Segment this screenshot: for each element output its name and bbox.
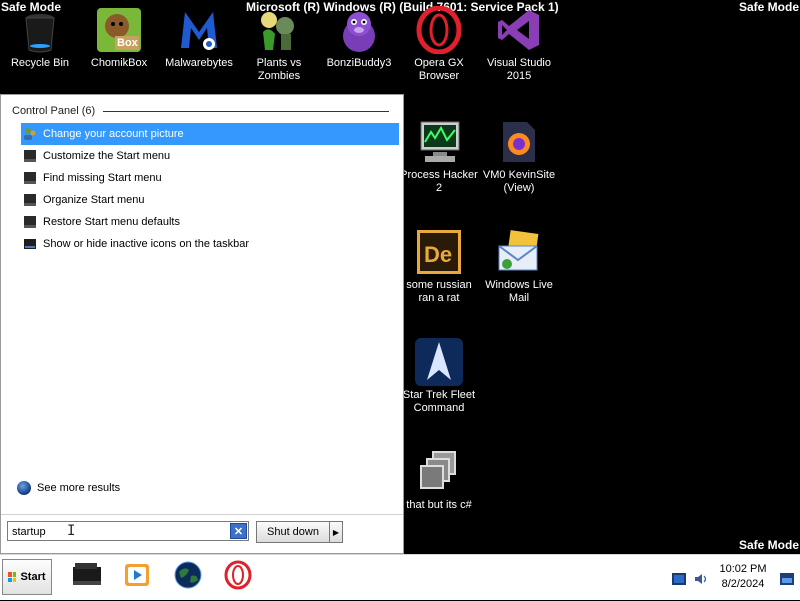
volume-icon[interactable] <box>694 572 708 584</box>
see-more-label: See more results <box>37 482 121 494</box>
action-center-icon[interactable] <box>672 572 686 585</box>
media-player-icon <box>122 561 152 594</box>
taskbar-start-menu-icon <box>23 193 37 207</box>
result-customize-start-menu[interactable]: Customize the Start menu <box>21 145 399 167</box>
safe-mode-label-top-right: Safe Mode <box>738 0 799 14</box>
taskbar-start-menu-icon <box>23 171 37 185</box>
clock-time: 10:02 PM <box>719 563 767 575</box>
taskbar: Start 10:02 PM 8/2/2024 <box>0 554 800 600</box>
taskbar-file-explorer[interactable] <box>70 559 104 595</box>
desktop-icon-label: Process Hacker 2 <box>400 169 478 194</box>
desktop-icon-label: Malwarebytes <box>165 57 233 69</box>
user-accounts-icon <box>23 127 37 141</box>
desktop-icon-that-but-its-csharp[interactable]: that but its c# <box>399 448 479 512</box>
desktop-icon-label: that but its c# <box>406 499 472 511</box>
desktop-icon-opera-gx[interactable]: Opera GX Browser <box>399 5 479 83</box>
chomikbox-badge: Box <box>117 37 138 49</box>
system-clock[interactable]: 10:02 PM 8/2/2024 <box>716 562 770 592</box>
desktop-icon-label: Recycle Bin <box>10 57 70 69</box>
windows-logo-icon <box>8 572 17 582</box>
start-menu-bottom-bar: ✕ I Shut down ▶ <box>1 514 403 553</box>
desktop-icon-chomikbox[interactable]: Box ChomikBox <box>79 6 159 70</box>
chomikbox-icon: Box <box>95 6 143 54</box>
desktop-icon-label: BonziBuddy3 <box>326 57 392 69</box>
star-trek-icon <box>415 338 463 386</box>
show-desktop-icon[interactable] <box>780 572 794 585</box>
safe-mode-label-bottom-right: Safe Mode <box>738 538 799 552</box>
opera-gx-icon <box>415 5 463 55</box>
result-show-hide-inactive-icons[interactable]: Show or hide inactive icons on the taskb… <box>21 233 399 255</box>
clear-icon: ✕ <box>233 525 244 538</box>
search-globe-icon <box>17 481 31 495</box>
recycle-bin-icon <box>16 6 64 54</box>
file-explorer-icon <box>71 561 103 594</box>
group-header-label: Control Panel (6) <box>12 105 96 117</box>
result-label: Find missing Start menu <box>43 172 162 184</box>
taskbar-opera[interactable] <box>221 559 255 595</box>
desktop-icon-label: Windows Live Mail <box>485 279 553 304</box>
shut-down-options-button[interactable]: ▶ <box>329 521 343 543</box>
see-more-results-link[interactable]: See more results <box>17 481 120 495</box>
notification-area: 10:02 PM 8/2/2024 <box>660 555 800 601</box>
search-results-pane: Control Panel (6) Change your account pi… <box>7 95 399 515</box>
group-header-divider <box>103 110 389 112</box>
desktop-icon-recycle-bin[interactable]: Recycle Bin <box>0 6 80 70</box>
clear-search-button[interactable]: ✕ <box>230 523 247 539</box>
windows-live-mail-icon <box>495 228 543 276</box>
start-search-box[interactable]: ✕ <box>7 521 249 541</box>
desktop-icon-malwarebytes[interactable]: Malwarebytes <box>159 6 239 70</box>
start-button[interactable]: Start <box>2 559 52 595</box>
taskbar-start-menu-icon <box>23 149 37 163</box>
taskbar-media-player[interactable] <box>120 559 154 595</box>
desktop-icon-star-trek[interactable]: Star Trek Fleet Command <box>399 338 479 415</box>
result-restore-start-menu-defaults[interactable]: Restore Start menu defaults <box>21 211 399 233</box>
desktop-icon-label: Star Trek Fleet Command <box>402 389 476 414</box>
desktop-icon-label: VM0 KevinSite (View) <box>482 169 556 194</box>
svg-text:De: De <box>424 242 452 267</box>
result-label: Restore Start menu defaults <box>43 216 180 228</box>
start-search-input[interactable] <box>8 523 226 541</box>
process-hacker-icon <box>415 118 463 166</box>
start-label: Start <box>20 571 46 583</box>
result-organize-start-menu[interactable]: Organize Start menu <box>21 189 399 211</box>
firefox-file-icon <box>495 118 543 166</box>
visual-studio-icon <box>495 6 543 54</box>
opera-icon <box>223 560 253 595</box>
desktop-icon-plants-vs-zombies[interactable]: Plants vs Zombies <box>239 6 319 83</box>
result-label: Show or hide inactive icons on the taskb… <box>43 238 250 250</box>
result-label: Customize the Start menu <box>43 150 171 162</box>
desktop-icon-windows-live-mail[interactable]: Windows Live Mail <box>479 228 559 305</box>
desktop-icon-visual-studio[interactable]: Visual Studio 2015 <box>479 6 559 83</box>
earth-globe-icon <box>173 560 203 595</box>
desktop-icon-bonzibuddy[interactable]: BonziBuddy3 <box>319 6 399 70</box>
notification-area-icon <box>23 237 37 251</box>
result-change-account-picture[interactable]: Change your account picture <box>21 123 399 145</box>
chevron-right-icon: ▶ <box>332 527 340 537</box>
results-list: Change your account picture Customize th… <box>21 123 399 255</box>
desktop-icon-vm0-kevinsite[interactable]: VM0 KevinSite (View) <box>479 118 559 195</box>
desktop-icon-label: Opera GX Browser <box>414 57 464 82</box>
text-cursor-icon: I <box>67 523 76 539</box>
dreamweaver-icon: De <box>415 228 463 276</box>
plants-vs-zombies-icon <box>255 6 303 54</box>
shut-down-button[interactable]: Shut down <box>256 521 330 543</box>
copy-files-icon <box>415 448 463 496</box>
result-label: Change your account picture <box>43 128 184 140</box>
desktop-icon-label: Plants vs Zombies <box>256 57 302 82</box>
results-group-header: Control Panel (6) <box>12 105 389 117</box>
start-menu: Control Panel (6) Change your account pi… <box>0 94 404 554</box>
clock-date: 8/2/2024 <box>721 578 765 590</box>
result-find-missing-start-menu[interactable]: Find missing Start menu <box>21 167 399 189</box>
taskbar-start-menu-icon <box>23 215 37 229</box>
desktop-icon-label: ChomikBox <box>90 57 148 69</box>
malwarebytes-icon <box>175 6 223 54</box>
desktop-icon-process-hacker[interactable]: Process Hacker 2 <box>399 118 479 195</box>
desktop-icon-label: some russian ran a rat <box>406 279 472 304</box>
result-label: Organize Start menu <box>43 194 145 206</box>
desktop-icon-label: Visual Studio 2015 <box>486 57 551 82</box>
desktop-icon-some-russian[interactable]: De some russian ran a rat <box>399 228 479 305</box>
taskbar-earth-globe[interactable] <box>171 559 205 595</box>
bonzibuddy-icon <box>335 6 383 54</box>
